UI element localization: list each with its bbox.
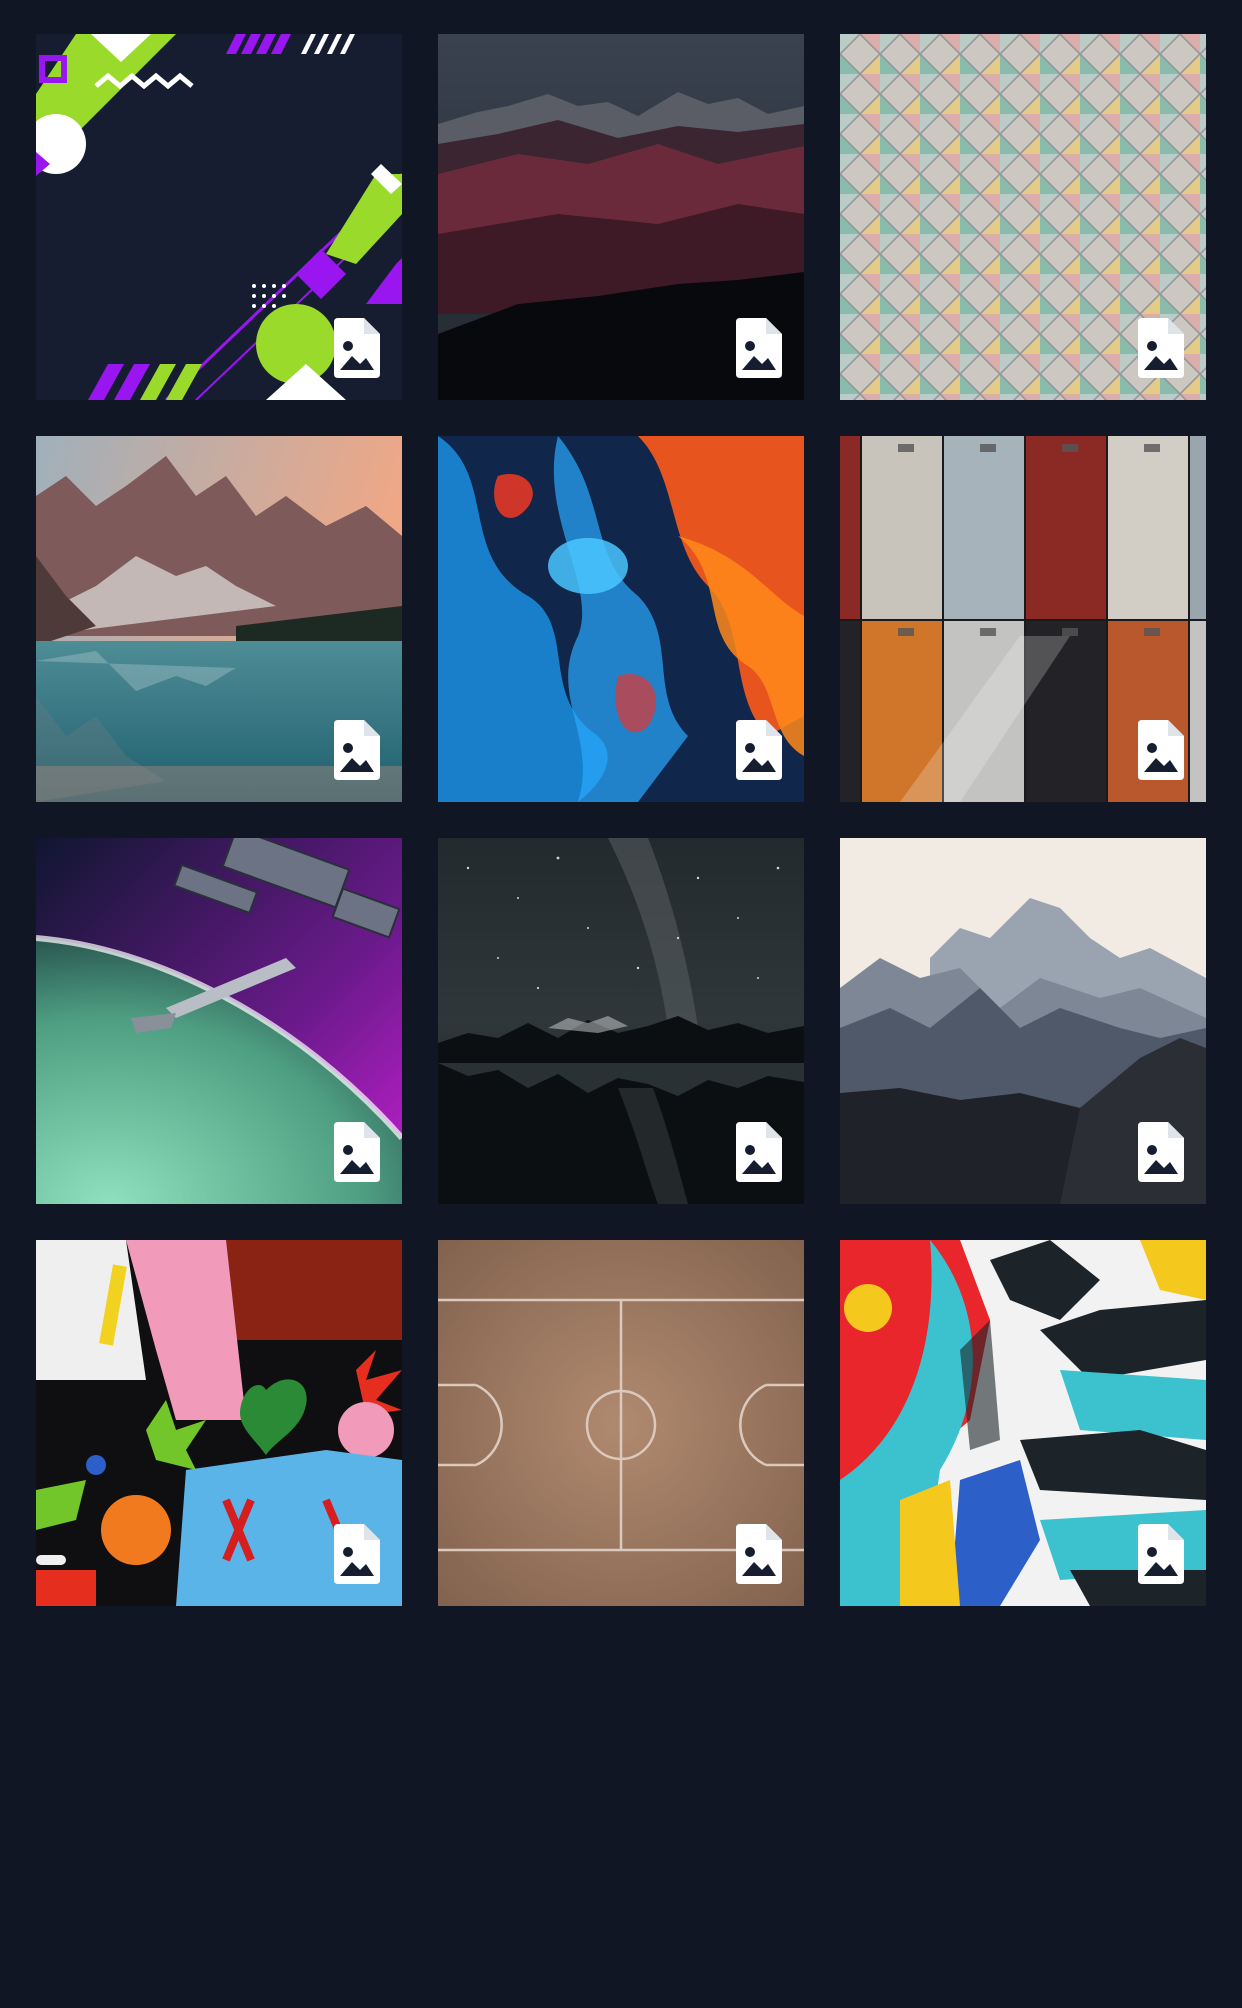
image-file-icon — [334, 1524, 380, 1584]
image-file-icon — [736, 720, 782, 780]
image-tile-mountain-lake[interactable] — [36, 436, 402, 802]
image-file-icon — [1138, 1524, 1184, 1584]
image-tile-colorful-mural[interactable] — [840, 1240, 1206, 1606]
image-file-icon — [334, 720, 380, 780]
image-file-icon — [736, 1122, 782, 1182]
image-tile-misty-peaks[interactable] — [840, 838, 1206, 1204]
image-grid — [36, 34, 1206, 1606]
image-tile-abstract-mural[interactable] — [36, 1240, 402, 1606]
image-tile-mountain-dusk[interactable] — [438, 34, 804, 400]
image-file-icon — [1138, 1122, 1184, 1182]
image-tile-geometric[interactable] — [36, 34, 402, 400]
image-file-icon — [334, 318, 380, 378]
image-tile-space-station[interactable] — [36, 838, 402, 1204]
image-tile-lockers[interactable] — [840, 436, 1206, 802]
image-file-icon — [736, 318, 782, 378]
image-file-icon — [334, 1122, 380, 1182]
image-tile-milky-way[interactable] — [438, 838, 804, 1204]
image-tile-pastel-tiles[interactable] — [840, 34, 1206, 400]
image-file-icon — [1138, 318, 1184, 378]
image-tile-ink-water[interactable] — [438, 436, 804, 802]
image-file-icon — [1138, 720, 1184, 780]
image-file-icon — [736, 1524, 782, 1584]
image-tile-basketball-court[interactable] — [438, 1240, 804, 1606]
